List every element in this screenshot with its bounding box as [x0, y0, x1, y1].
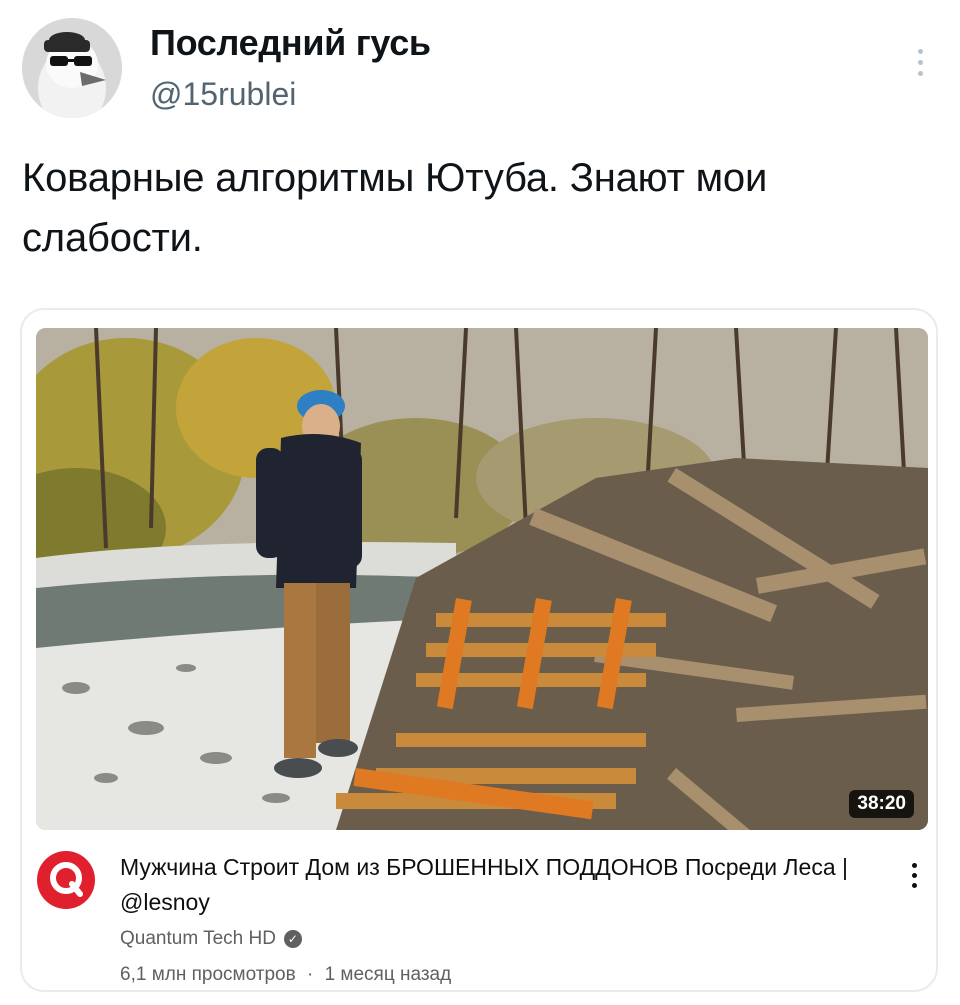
dot: [911, 862, 917, 868]
video-duration: 38:20: [849, 790, 914, 818]
video-more-button[interactable]: [906, 860, 922, 890]
channel-name[interactable]: Quantum Tech HD: [120, 928, 276, 950]
author-handle[interactable]: @15rublei: [150, 76, 296, 113]
dot: [911, 882, 917, 888]
channel-row: Quantum Tech HD ✓: [120, 928, 302, 950]
view-count: 6,1 млн просмотров: [120, 964, 296, 985]
meta-separator: ·: [306, 964, 314, 985]
goose-avatar-icon: [22, 18, 122, 118]
dot: [911, 872, 917, 878]
video-card[interactable]: 38:20 Мужчина Строит Дом из БРОШЕННЫХ ПО…: [20, 308, 938, 992]
tweet-text: Коварные алгоритмы Ютуба. Знают мои слаб…: [22, 156, 768, 260]
video-title[interactable]: Мужчина Строит Дом из БРОШЕННЫХ ПОДДОНОВ…: [120, 850, 860, 920]
author-name[interactable]: Последний гусь: [150, 22, 431, 64]
author-avatar[interactable]: [22, 18, 122, 118]
channel-logo[interactable]: [36, 850, 96, 910]
video-thumbnail-image-icon: [36, 328, 928, 830]
dot: [917, 48, 923, 54]
tweet-more-button[interactable]: [910, 40, 930, 84]
video-meta: 6,1 млн просмотров · 1 месяц назад: [120, 964, 451, 986]
red-circle-q-logo-icon: [37, 851, 95, 909]
upload-age: 1 месяц назад: [324, 964, 452, 985]
verified-check-icon: ✓: [283, 930, 302, 948]
video-thumbnail[interactable]: 38:20: [36, 328, 928, 830]
dot: [917, 59, 923, 65]
dot: [917, 70, 923, 76]
